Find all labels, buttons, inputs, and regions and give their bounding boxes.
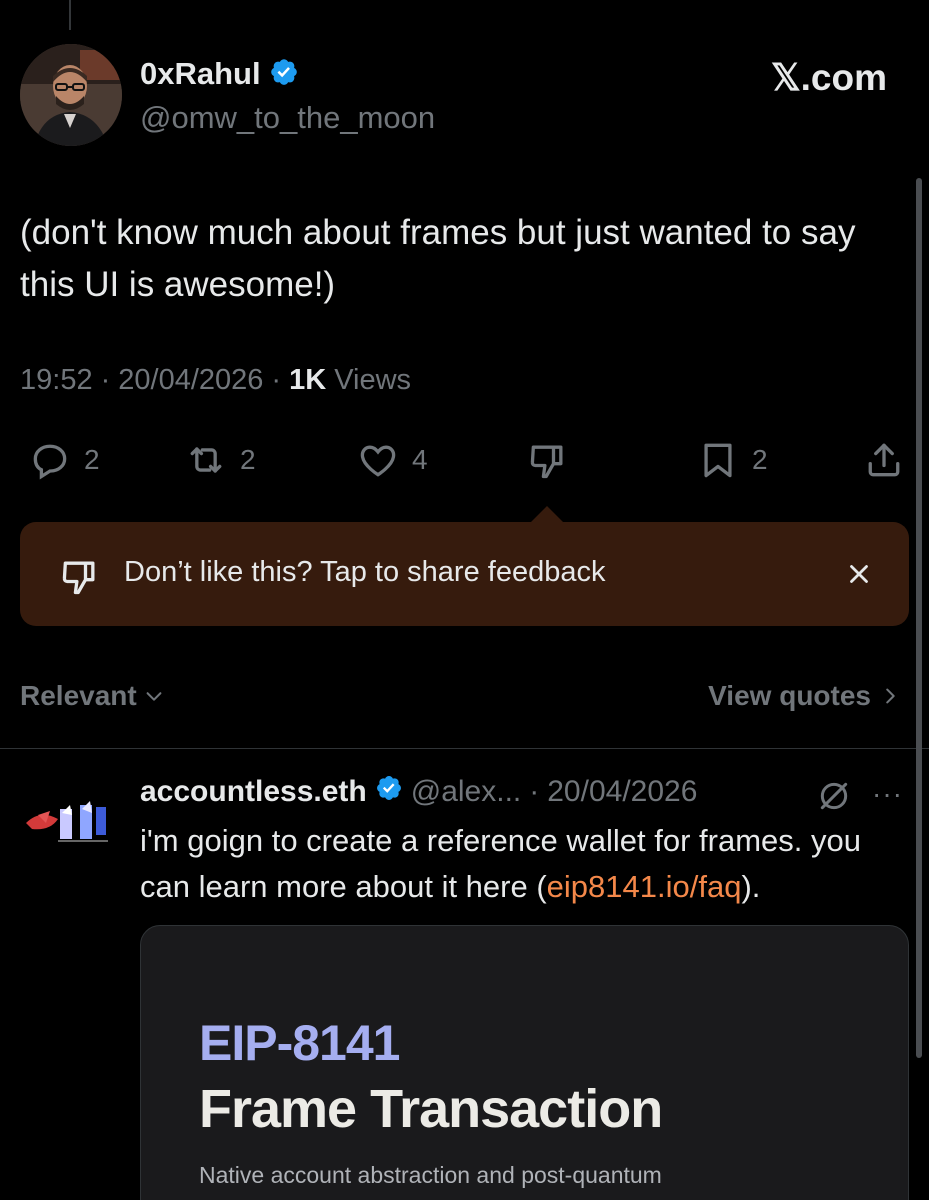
more-options-button[interactable]: ··· [872,778,903,810]
reply-avatar[interactable] [20,775,122,877]
reply-count: 2 [84,444,100,475]
reply-text-after: ). [741,869,761,904]
views-count: 1K [289,364,327,396]
tweet-meta: 19:52 · 20/04/2026 · 1K Views [20,364,411,397]
link-preview-card[interactable]: EIP-8141 Frame Transaction Native accoun… [140,925,909,1200]
like-icon [360,445,396,477]
meta-separator: · [271,364,282,396]
reply-separator: · [529,775,540,808]
dislike-button[interactable] [526,436,570,484]
share-button[interactable] [862,436,906,484]
views-label: Views [334,364,412,396]
reply-date[interactable]: 20/04/2026 [547,775,697,809]
view-quotes-label: View quotes [708,680,871,711]
feedback-banner[interactable]: Don’t like this? Tap to share feedback [20,522,909,626]
brand-logo: 𝕏.com [770,57,887,98]
tweet-time[interactable]: 19:52 [20,364,93,397]
like-count: 4 [412,444,428,475]
grok-icon[interactable] [814,776,854,816]
repost-button[interactable]: 2 [184,436,256,484]
divider [0,748,929,749]
reply-button[interactable]: 2 [28,436,100,484]
meta-separator: · [100,364,111,396]
action-bar: 2 2 4 2 [20,436,909,484]
reply-link[interactable]: eip8141.io/faq [547,869,742,904]
reply-author-name[interactable]: accountless.eth [140,775,367,809]
card-title: Frame Transaction [199,1079,663,1139]
close-icon[interactable] [837,552,881,596]
card-subtitle: Native account abstraction and post-quan… [199,1162,662,1188]
scrollbar[interactable] [916,178,922,1058]
share-icon [868,443,900,477]
avatar-image [20,44,122,146]
tweet-date[interactable]: 20/04/2026 [118,364,263,397]
bookmark-count: 2 [752,444,768,475]
feedback-caret [530,506,564,523]
reply-author-handle[interactable]: @alex... [411,775,522,809]
repost-count: 2 [240,444,256,475]
sort-label: Relevant [20,680,137,711]
like-button[interactable]: 4 [356,436,428,484]
author-handle[interactable]: @omw_to_the_moon [140,100,435,136]
chevron-down-icon [146,692,162,701]
dislike-icon [58,554,102,598]
verified-icon [375,774,403,810]
card-eip-label: EIP-8141 [199,1015,400,1071]
reply-text: i'm goign to create a reference wallet f… [140,818,910,910]
author-avatar[interactable] [20,44,122,146]
bookmark-icon [704,443,732,478]
repost-icon [190,447,222,473]
reply-avatar-image [20,775,122,877]
reply-icon [33,444,67,480]
chevron-right-icon [886,688,895,704]
bookmark-button[interactable]: 2 [696,436,768,484]
author-name-row[interactable]: 0xRahul [140,56,299,92]
verified-icon [269,57,299,92]
feedback-text[interactable]: Don’t like this? Tap to share feedback [124,556,605,589]
tweet-text: (don't know much about frames but just w… [20,213,856,304]
thread-line [69,0,71,30]
dislike-icon [530,445,563,479]
sort-dropdown[interactable]: Relevant [20,680,165,712]
view-quotes-link[interactable]: View quotes [708,680,901,712]
reply-header: accountless.eth @alex... · 20/04/2026 [140,774,697,810]
author-name[interactable]: 0xRahul [140,56,261,92]
